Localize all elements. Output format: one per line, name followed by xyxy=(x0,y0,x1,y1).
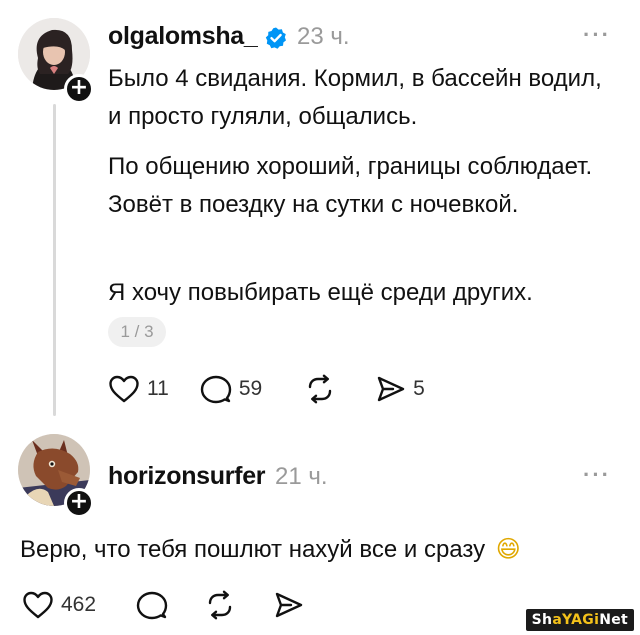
post-time: 23 ч. xyxy=(297,23,350,50)
verified-badge-icon xyxy=(265,27,286,49)
thread-line xyxy=(53,104,56,416)
share-count: 5 xyxy=(413,377,425,400)
grinning-emoji: 😄 xyxy=(495,535,521,563)
username[interactable]: horizonsurfer xyxy=(108,462,266,491)
repost-icon xyxy=(308,374,332,404)
page-indicator: 1 / 3 xyxy=(108,317,166,347)
reply-button[interactable] xyxy=(136,590,168,620)
like-count: 462 xyxy=(61,593,97,616)
post-paragraph-1: Было 4 свидания. Кормил, в бассейн водил… xyxy=(108,65,602,130)
reply-count: 59 xyxy=(238,377,263,400)
repost-button[interactable] xyxy=(304,374,336,404)
comment-bubble-icon xyxy=(200,375,232,404)
post-paragraph-2: По общению хороший, границы соблюдает. З… xyxy=(108,153,593,218)
more-options-icon[interactable]: ··· xyxy=(583,22,611,48)
repost-icon xyxy=(208,590,232,620)
post-horizonsurfer: + horizonsurfer 21 ч. ··· Верю, что тебя… xyxy=(0,420,640,635)
comment-bubble-icon xyxy=(136,591,168,620)
watermark-prefix: Sh xyxy=(531,612,553,628)
like-button[interactable]: 11 xyxy=(108,374,169,404)
like-count: 11 xyxy=(147,377,169,400)
post-actions: 462 xyxy=(22,590,304,620)
post-paragraph-3: Я хочу повыбирать ещё среди других. xyxy=(108,279,533,306)
watermark-accent: aYAGi xyxy=(552,612,600,628)
send-icon xyxy=(275,592,303,618)
like-button[interactable]: 462 xyxy=(22,590,96,620)
share-button[interactable] xyxy=(274,591,304,619)
watermark-suffix: Net xyxy=(599,612,628,628)
follow-plus-icon[interactable]: + xyxy=(64,488,94,518)
reply-text: Верю, что тебя пошлют нахуй все и сразу … xyxy=(20,530,620,569)
post-time: 21 ч. xyxy=(275,463,328,490)
send-icon xyxy=(377,376,405,402)
username[interactable]: olgalomsha_ xyxy=(108,22,258,51)
repost-button[interactable] xyxy=(204,590,236,620)
post-actions: 11 59 5 xyxy=(108,374,425,404)
post-olgalomsha: + olgalomsha_ 23 ч. ··· Было 4 свидания.… xyxy=(0,0,640,420)
reply-text-content: Верю, что тебя пошлют нахуй все и сразу xyxy=(20,536,486,563)
watermark-logo: ShaYAGiNet xyxy=(525,609,634,631)
heart-icon xyxy=(109,375,139,403)
more-options-icon[interactable]: ··· xyxy=(583,462,611,488)
share-button[interactable]: 5 xyxy=(376,375,425,403)
reply-button[interactable]: 59 xyxy=(200,374,262,404)
heart-icon xyxy=(23,591,53,619)
follow-plus-icon[interactable]: + xyxy=(64,74,94,104)
